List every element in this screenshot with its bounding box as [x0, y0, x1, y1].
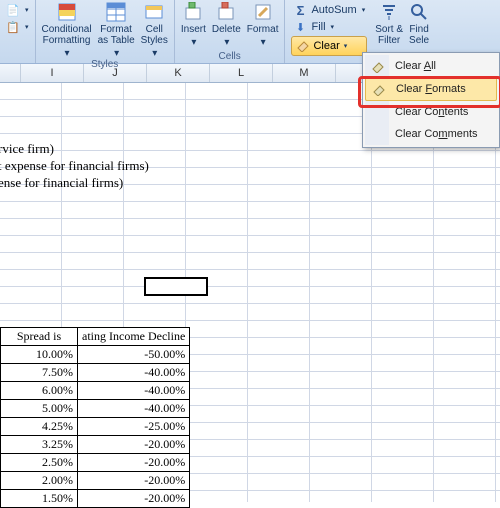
autosum-button[interactable]: Σ AutoSum▾	[291, 2, 367, 18]
format-icon	[253, 2, 273, 22]
cell-text: ense for financial firms)	[0, 175, 123, 191]
table-row: 3.25%-20.00%	[1, 436, 190, 454]
insert-icon	[183, 2, 203, 22]
table-row: 7.50%-40.00%	[1, 364, 190, 382]
format-button[interactable]: Format ▾	[247, 2, 279, 48]
table-row: 4.25%-25.00%	[1, 418, 190, 436]
col-header[interactable]: I	[21, 64, 84, 82]
clear-label: Clear	[313, 40, 339, 52]
qa-slot-1[interactable]: 📄▾	[4, 2, 31, 18]
sort-filter-label: Sort & Filter	[375, 24, 403, 46]
col-header[interactable]: L	[210, 64, 273, 82]
insert-label: Insert	[181, 24, 206, 35]
sort-filter-button[interactable]: Sort & Filter	[375, 2, 403, 46]
format-label: Format	[247, 24, 279, 35]
menu-clear-contents[interactable]: Clear Contents	[365, 101, 497, 123]
cell-styles-label: Cell Styles	[141, 24, 168, 46]
clear-dropdown-menu: Clear All Clear Formats Clear Contents C…	[362, 52, 500, 148]
find-select-label: Find Sele	[409, 24, 429, 46]
table-row: 1.50%-20.00%	[1, 490, 190, 508]
data-table: Spread is ating Income Decline 10.00%-50…	[0, 327, 190, 508]
table-header-row: Spread is ating Income Decline	[1, 328, 190, 346]
table-row: 2.50%-20.00%	[1, 454, 190, 472]
sigma-icon: Σ	[293, 3, 307, 17]
clear-button[interactable]: Clear▾	[291, 36, 367, 56]
table-row: 6.00%-40.00%	[1, 382, 190, 400]
sort-filter-icon	[379, 2, 399, 22]
col-header[interactable]: K	[147, 64, 210, 82]
delete-button[interactable]: Delete ▾	[212, 2, 241, 48]
table-row: 10.00%-50.00%	[1, 346, 190, 364]
active-cell[interactable]	[144, 277, 208, 296]
conditional-formatting-icon	[57, 2, 77, 22]
find-select-button[interactable]: Find Sele	[409, 2, 429, 46]
insert-button[interactable]: Insert ▾	[181, 2, 206, 48]
menu-clear-comments[interactable]: Clear Comments	[365, 123, 497, 145]
cell-styles-button[interactable]: Cell Styles ▾	[141, 2, 168, 59]
table-row: 2.00%-20.00%	[1, 472, 190, 490]
table-header: Spread is	[1, 328, 78, 346]
cell-styles-icon	[144, 2, 164, 22]
eraser-formats-icon	[371, 81, 387, 97]
cell-text: t expense for financial firms)	[0, 158, 149, 174]
conditional-formatting-label: Conditional Formatting	[42, 24, 92, 46]
group-styles: Conditional Formatting ▾ Format as Table…	[36, 0, 175, 63]
eraser-all-icon	[370, 58, 386, 74]
format-as-table-label: Format as Table	[98, 24, 135, 46]
menu-clear-all[interactable]: Clear All	[365, 55, 497, 77]
format-as-table-icon	[106, 2, 126, 22]
fill-label: Fill	[311, 21, 325, 33]
delete-label: Delete	[212, 24, 241, 35]
group-cells: Insert ▾ Delete ▾ Format ▾ Cells	[175, 0, 286, 63]
col-header[interactable]: J	[84, 64, 147, 82]
delete-icon	[216, 2, 236, 22]
fill-icon: ⬇	[293, 20, 307, 34]
table-header: ating Income Decline	[78, 328, 190, 346]
autosum-label: AutoSum	[311, 4, 356, 16]
table-row: 5.00%-40.00%	[1, 400, 190, 418]
group-cells-label: Cells	[181, 51, 279, 63]
fill-button[interactable]: ⬇ Fill▾	[291, 19, 367, 35]
menu-clear-formats[interactable]: Clear Formats	[365, 77, 497, 101]
col-header[interactable]: M	[273, 64, 336, 82]
find-icon	[409, 2, 429, 22]
cell-text: rvice firm)	[0, 141, 54, 157]
eraser-icon	[296, 38, 310, 55]
qa-slot-2[interactable]: 📋▾	[4, 19, 31, 35]
format-as-table-button[interactable]: Format as Table ▾	[98, 2, 135, 59]
conditional-formatting-button[interactable]: Conditional Formatting ▾	[42, 2, 92, 59]
